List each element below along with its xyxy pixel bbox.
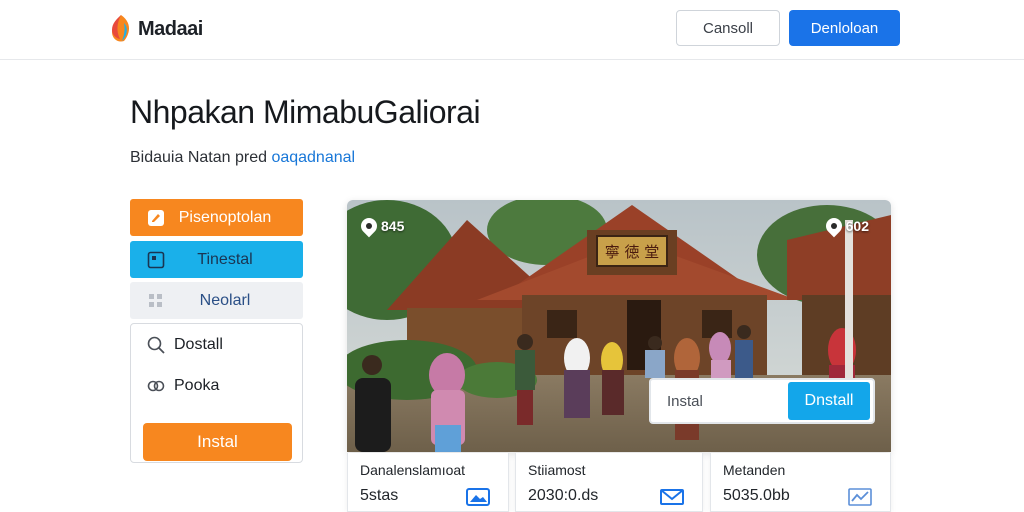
grid-icon [147, 292, 165, 310]
sidebar-button-edit[interactable]: Pisenoptolan [130, 199, 303, 236]
subtitle-text: Bidauia Natan pred [130, 149, 267, 166]
link-icon [147, 380, 165, 392]
install-input[interactable]: Instal [651, 393, 788, 410]
sidebar-item-label: Pooka [174, 377, 220, 394]
install-overlay: Instal Dnstall [649, 378, 875, 424]
page-subtitle: Bidauia Natan pred oaqadnanal [130, 149, 355, 167]
subtitle-link[interactable]: oaqadnanal [271, 149, 355, 166]
cancel-button[interactable]: Cansoll [676, 10, 780, 46]
image-icon [466, 488, 490, 506]
sidebar-button-calendar[interactable]: Tinestal [130, 241, 303, 278]
map-pin-icon [357, 214, 381, 238]
sidebar-item-link[interactable]: Pooka [146, 376, 219, 396]
map-pin-icon [822, 214, 845, 238]
sidebar-item-search[interactable]: Dostall [146, 335, 223, 355]
stat-card[interactable]: Metanden 5035.0bb [710, 453, 891, 512]
stat-value: 5stas [360, 487, 399, 504]
signboard-text: 寧 徳 堂 [605, 243, 660, 261]
calendar-icon [147, 251, 165, 269]
stat-label: Metanden [723, 462, 786, 478]
stat-label: Stiiamost [528, 462, 586, 478]
stat-card[interactable]: Danalenslamıoat 5stas [347, 453, 509, 512]
overlay-install-button[interactable]: Dnstall [788, 382, 870, 420]
primary-button[interactable]: Denloloan [789, 10, 900, 46]
sidebar-button-label: Neolarl [199, 291, 251, 309]
page-title: Nhpakan MimabuGaliorai [130, 94, 481, 130]
sidebar-button-grid[interactable]: Neolarl [130, 282, 303, 319]
stat-label: Danalenslamıoat [360, 462, 466, 478]
location-badge-right: 602 [822, 214, 869, 238]
install-button[interactable]: Instal [143, 423, 292, 461]
sidebar-item-label: Dostall [174, 336, 223, 353]
chart-icon [848, 488, 872, 506]
stat-value: 2030:0.ds [528, 487, 599, 504]
stat-card[interactable]: Stiiamost 2030:0.ds [515, 453, 703, 512]
top-header: Madaai Cansoll Denloloan [0, 0, 1024, 60]
sidebar-button-label: Pisenoptolan [178, 208, 272, 226]
mail-icon [660, 489, 684, 505]
location-badge-value: 845 [381, 218, 405, 234]
logo-text: Madaai [138, 17, 203, 40]
brand-logo[interactable]: Madaai [108, 13, 203, 45]
edit-icon [147, 209, 165, 227]
hero-photo: 寧 徳 堂 845 602 Instal Dnstall [347, 200, 891, 452]
search-icon [147, 336, 165, 354]
location-badge-value: 602 [845, 218, 869, 234]
stat-value: 5035.0bb [723, 487, 790, 504]
logo-icon [112, 15, 130, 42]
sidebar-panel: Dostall Pooka Instal [130, 323, 303, 463]
sidebar-button-label: Tinestal [197, 250, 253, 268]
location-badge-left: 845 [357, 214, 405, 238]
